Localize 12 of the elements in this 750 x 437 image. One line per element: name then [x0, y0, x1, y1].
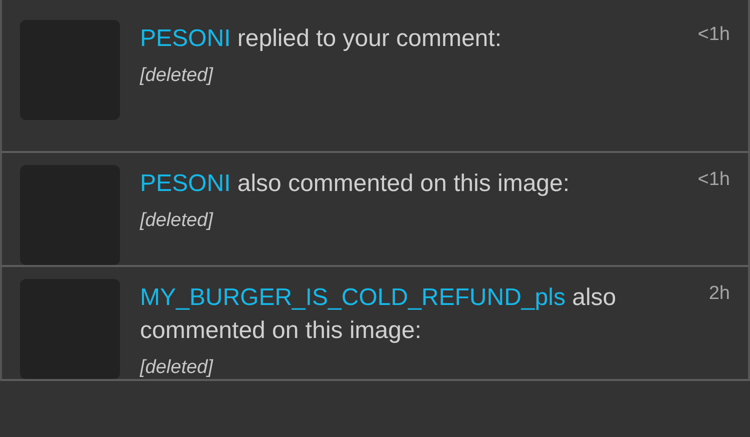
timestamp: <1h — [698, 24, 730, 46]
timestamp: <1h — [698, 169, 730, 191]
username-link[interactable]: PESONI — [140, 170, 231, 197]
timestamp: 2h — [708, 283, 730, 305]
username-link[interactable]: PESONI — [140, 25, 231, 52]
notification-text: PESONI replied to your comment: — [140, 24, 502, 54]
comment-text: [deleted] — [140, 210, 214, 232]
notification-text: MY_BURGER_IS_COLD_REFUND_pls also commented on this image: — [140, 283, 618, 346]
username-link[interactable]: MY_BURGER_IS_COLD_REFUND_pls — [140, 284, 566, 311]
notification-text: PESONI also commented on this image: — [140, 169, 571, 199]
comment-text: [deleted] — [140, 65, 214, 87]
comment-text: [deleted] — [140, 357, 214, 379]
